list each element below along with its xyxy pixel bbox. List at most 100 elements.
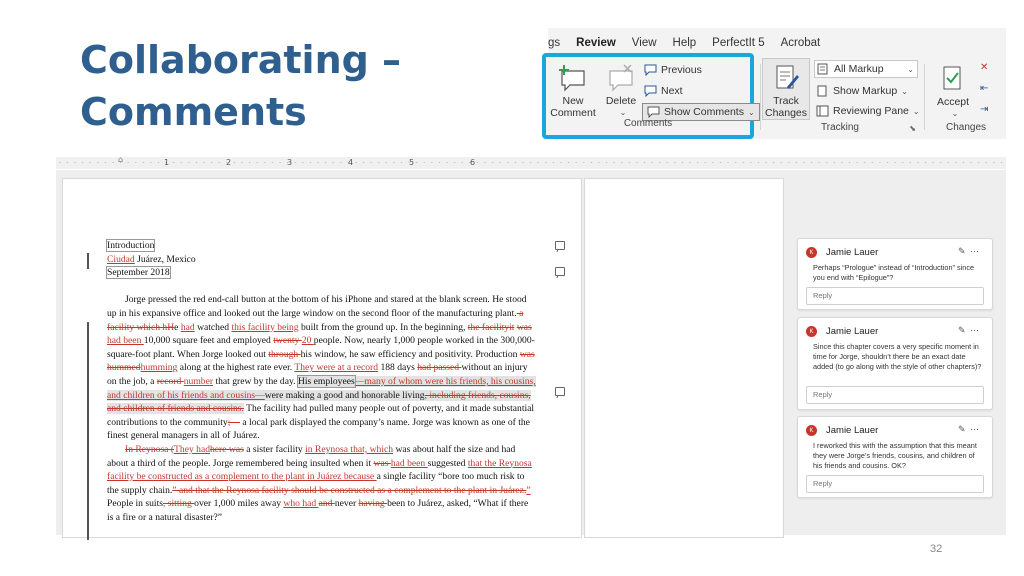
- markup-select[interactable]: All Markup ⌄: [814, 60, 918, 78]
- reply-input[interactable]: Reply: [806, 475, 984, 493]
- avatar: K: [806, 326, 817, 337]
- comment-actions[interactable]: ✎ ⋯: [958, 424, 980, 435]
- tracking-group: Track Changes All Markup ⌄ Show Markup ⌄: [760, 58, 920, 139]
- comment-text: I reworked this with the assumption that…: [813, 441, 977, 470]
- ruler-mark: 4: [348, 158, 354, 167]
- previous-comment-icon: [644, 64, 657, 77]
- next-change-icon[interactable]: ⇥: [980, 104, 988, 115]
- paragraph-2: In Reynosa (They hadhere was a sister fa…: [107, 443, 532, 523]
- comment-actions[interactable]: ✎ ⋯: [958, 325, 980, 336]
- next-comment-icon: [644, 85, 657, 98]
- markup-icon: [817, 63, 830, 75]
- ruler-ticks: [56, 162, 1006, 163]
- paragraph-1: Jorge pressed the red end-call button at…: [107, 294, 536, 442]
- comment-card[interactable]: K Jamie Lauer ✎ ⋯ Perhaps “Prologue” ins…: [797, 238, 993, 310]
- group-separator: [924, 64, 925, 130]
- show-comments-icon: [647, 106, 660, 119]
- comment-marker-icon[interactable]: [555, 387, 565, 396]
- changes-group: Accept ⌄ ✕ ⇤ ⇥ Changes: [926, 58, 1006, 139]
- document-heading: Introduction: [105, 239, 156, 252]
- ruler-mark: 6: [470, 158, 476, 167]
- comment-marker-icon[interactable]: [555, 241, 565, 250]
- delete-label: Delete: [605, 95, 637, 107]
- more-options-icon[interactable]: ⋯: [970, 246, 980, 256]
- previous-label: Previous: [661, 64, 702, 76]
- document-date: September 2018: [106, 266, 171, 280]
- chevron-down-icon: ⌄: [912, 106, 920, 116]
- change-bar: [87, 322, 89, 540]
- slide-page-number: 32: [930, 543, 943, 555]
- track-changes-button[interactable]: Track Changes: [762, 58, 810, 120]
- ribbon: gs Review View Help PerfectIt 5 Acrobat …: [542, 28, 1006, 139]
- accept-label: Accept: [936, 96, 970, 108]
- avatar: K: [806, 247, 817, 258]
- delete-comment-button[interactable]: Delete ⌄: [598, 59, 644, 119]
- markup-pane: [584, 178, 784, 538]
- chevron-down-icon: ⌄: [907, 64, 914, 74]
- edit-icon[interactable]: ✎: [958, 325, 967, 335]
- slide-title-line-2: Comments: [80, 90, 307, 134]
- chevron-down-icon: ⌄: [951, 109, 959, 118]
- reviewing-pane-icon: [816, 105, 829, 117]
- delete-comment-icon: [606, 63, 636, 93]
- chevron-down-icon: ⌄: [901, 86, 908, 96]
- all-markup-label: All Markup: [834, 63, 884, 75]
- next-label: Next: [661, 85, 683, 97]
- reply-input[interactable]: Reply: [806, 386, 984, 404]
- comment-text: Since this chapter covers a very specifi…: [813, 342, 982, 371]
- track-changes-label: Track Changes: [764, 95, 808, 119]
- avatar: K: [806, 425, 817, 436]
- document-text[interactable]: Introduction Ciudad Juárez, Mexico Septe…: [105, 239, 537, 524]
- track-changes-icon: [771, 63, 801, 93]
- tracking-group-label: Tracking: [821, 122, 859, 133]
- ribbon-body: New Comment Delete ⌄ Previous Next Show …: [542, 53, 1006, 139]
- comment-text: Perhaps “Prologue” instead of “Introduct…: [813, 263, 975, 282]
- dialog-launcher-icon[interactable]: ⬊: [909, 124, 916, 133]
- comments-group-label: Comments: [623, 118, 673, 129]
- ruler-mark: 2: [226, 158, 232, 167]
- show-markup-button[interactable]: Show Markup ⌄: [816, 82, 908, 100]
- comment-header: K Jamie Lauer: [806, 425, 878, 436]
- chevron-down-icon: ⌄: [747, 107, 755, 117]
- ruler[interactable]: 1 2 3 4 5 6 ⌂: [56, 155, 1006, 169]
- comment-marker-icon[interactable]: [555, 267, 565, 276]
- show-comments-label: Show Comments: [664, 106, 744, 118]
- comment-card[interactable]: K Jamie Lauer ✎ ⋯ Since this chapter cov…: [797, 317, 993, 410]
- edit-icon[interactable]: ✎: [958, 424, 967, 434]
- comment-author: Jamie Lauer: [826, 247, 879, 258]
- next-comment-button[interactable]: Next: [644, 82, 683, 100]
- document-page[interactable]: Introduction Ciudad Juárez, Mexico Septe…: [62, 178, 582, 540]
- comment-card[interactable]: K Jamie Lauer ✎ ⋯ I reworked this with t…: [797, 416, 993, 498]
- new-comment-icon: [558, 63, 588, 93]
- comment-header: K Jamie Lauer: [806, 247, 878, 258]
- indent-marker-icon[interactable]: ⌂: [118, 155, 123, 164]
- changes-group-label: Changes: [945, 122, 987, 133]
- ruler-mark: 5: [409, 158, 415, 167]
- reviewing-pane-button[interactable]: Reviewing Pane ⌄: [816, 102, 920, 120]
- comment-header: K Jamie Lauer: [806, 326, 878, 337]
- slide-title-line-1: Collaborating –: [80, 38, 402, 82]
- ruler-mark: 1: [164, 158, 170, 167]
- ruler-mark: 3: [287, 158, 293, 167]
- reject-icon[interactable]: ✕: [980, 62, 988, 73]
- comment-actions[interactable]: ✎ ⋯: [958, 246, 980, 257]
- document-place: Ciudad Juárez, Mexico: [107, 253, 196, 265]
- comment-author: Jamie Lauer: [826, 425, 879, 436]
- edit-icon[interactable]: ✎: [958, 246, 967, 256]
- new-comment-label: New Comment: [550, 95, 596, 119]
- change-bar: [87, 253, 89, 269]
- new-comment-button[interactable]: New Comment: [550, 59, 596, 119]
- previous-comment-button[interactable]: Previous: [644, 61, 702, 79]
- comment-author: Jamie Lauer: [826, 326, 879, 337]
- reply-input[interactable]: Reply: [806, 287, 984, 305]
- more-options-icon[interactable]: ⋯: [970, 424, 980, 434]
- show-markup-label: Show Markup: [833, 85, 898, 97]
- more-options-icon[interactable]: ⋯: [970, 325, 980, 335]
- slide-title: Collaborating – Comments: [80, 34, 500, 138]
- accept-button[interactable]: Accept ⌄: [930, 60, 976, 120]
- tab-acrobat[interactable]: Acrobat: [773, 28, 829, 58]
- show-markup-icon: [816, 85, 829, 97]
- previous-change-icon[interactable]: ⇤: [980, 83, 988, 94]
- accept-icon: [938, 64, 968, 94]
- comments-group: New Comment Delete ⌄ Previous Next Show …: [542, 53, 760, 139]
